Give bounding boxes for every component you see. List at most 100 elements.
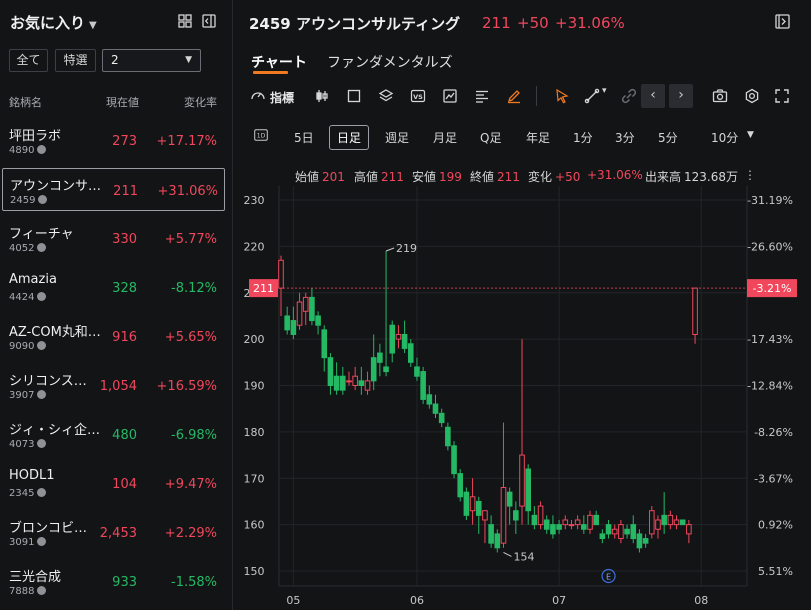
list-item[interactable]: 三光合成 7888 933 -1.58% (0, 559, 233, 608)
link-icon[interactable] (621, 88, 637, 104)
group-select[interactable]: 2 ▼ (102, 49, 201, 72)
candle-body (302, 296, 309, 312)
chevron-down-icon[interactable]: ▾ (602, 86, 607, 96)
period-1min[interactable]: 1分 (573, 129, 593, 146)
cursor-icon[interactable] (554, 88, 570, 104)
ohlc-open: 始値 201 (295, 168, 345, 185)
indicator-button[interactable]: 指標 (270, 89, 294, 106)
candlestick-type-icon[interactable] (314, 88, 330, 104)
trendline-icon[interactable] (584, 88, 600, 104)
grid-view-icon[interactable] (178, 14, 192, 28)
ohlc-change: 変化 +50 (528, 168, 580, 185)
filter-all-button[interactable]: 全て (9, 49, 48, 72)
list-item[interactable]: AZ-COM丸和… 9090 916 +5.65% (0, 314, 233, 363)
annotation-label: 154 (513, 550, 534, 563)
candle-body (500, 487, 507, 544)
stock-name: アウンコンサ… (10, 179, 102, 194)
collapse-panel-icon[interactable] (202, 14, 216, 28)
stock-price: 273 (112, 134, 137, 149)
candle-body (370, 357, 377, 382)
period-yearly[interactable]: 年足 (526, 129, 550, 146)
one-day-icon[interactable]: 1D (254, 128, 268, 142)
period-10min[interactable]: 10分 (711, 129, 738, 146)
watchlist-title[interactable]: お気に入り ▼ (10, 12, 97, 33)
ohlc-open-label: 始値 (295, 170, 320, 184)
candle-body (494, 533, 501, 549)
more-options-icon[interactable]: ⋮ (744, 168, 756, 182)
period-5min[interactable]: 5分 (658, 129, 678, 146)
list-item[interactable]: アウンコンサ… 2459 211 +31.06% (2, 168, 225, 211)
list-item[interactable]: フィーチャ 4052 330 +5.77% (0, 216, 233, 265)
candle-body (568, 524, 575, 527)
square-shape-icon[interactable] (346, 88, 362, 104)
candle-body (284, 315, 290, 331)
camera-icon[interactable] (712, 88, 728, 104)
chart-analysis-icon[interactable] (442, 88, 458, 104)
last-price-tag-label: 211 (253, 282, 274, 295)
period-daily[interactable]: 日足 (329, 125, 370, 150)
stock-code-text: 2345 (9, 488, 35, 499)
list-item[interactable]: Amazia 4424 328 -8.12% (0, 265, 233, 314)
period-3min[interactable]: 3分 (615, 129, 635, 146)
candle-body (364, 380, 371, 391)
column-header-change[interactable]: 変化率 (184, 94, 217, 110)
current-price: 211 (482, 14, 511, 32)
list-item[interactable]: ジィ・シィ企… 4073 480 -6.98% (0, 412, 233, 461)
candle-body (414, 366, 420, 377)
list-item[interactable]: ブロンコビ… 3091 2,453 +2.29% (0, 510, 233, 559)
candle-body (605, 524, 612, 535)
candle-body (636, 533, 643, 549)
export-icon[interactable] (775, 14, 790, 29)
svg-text:VS: VS (413, 93, 423, 101)
period-quarterly[interactable]: Q足 (480, 129, 501, 146)
candle-body (661, 514, 667, 526)
candle-body (611, 528, 618, 535)
scroll-right-button[interactable]: › (669, 84, 693, 108)
stock-change: -6.98% (171, 428, 217, 443)
filter-featured-button[interactable]: 特選 (55, 49, 96, 72)
stock-price: 933 (112, 575, 137, 590)
stock-change: -1.58% (171, 575, 217, 590)
ohlc-open-value: 201 (322, 170, 345, 184)
period-monthly[interactable]: 月足 (433, 129, 457, 146)
chevron-down-icon[interactable]: ▼ (747, 130, 754, 140)
candlestick-chart[interactable]: 150 5.51% 160 0.92% 170 -3.67% 180 -8.26% 190 -12… (233, 186, 811, 610)
stock-price: 328 (112, 281, 137, 296)
scroll-left-button[interactable]: ‹ (641, 84, 665, 108)
y-tick-label: 180 (244, 426, 265, 439)
fullscreen-icon[interactable] (774, 88, 790, 104)
ohlc-high: 高値 211 (354, 168, 404, 185)
column-header-price[interactable]: 現在値 (106, 94, 139, 110)
candle-body (618, 524, 624, 540)
pct-tick-label: -12.84% (747, 380, 793, 393)
stock-code: 2345 (9, 488, 47, 499)
gear-icon[interactable] (744, 88, 760, 104)
stock-change: +16.59% (156, 379, 217, 394)
compare-vs-icon[interactable]: VS (410, 88, 426, 104)
pen-draw-icon[interactable] (506, 88, 522, 104)
tab-chart[interactable]: チャート (251, 52, 307, 72)
chevron-right-icon: › (678, 87, 684, 103)
tab-fundamentals[interactable]: ファンダメンタルズ (327, 52, 453, 72)
y-tick-label: 170 (244, 472, 265, 485)
list-item[interactable]: シリコンス… 3907 1,054 +16.59% (0, 363, 233, 412)
column-header-name[interactable]: 銘柄名 (9, 94, 42, 110)
y-tick-label: 230 (244, 194, 265, 207)
list-item[interactable]: HODL1 2345 104 +9.47% (0, 461, 233, 510)
stock-code-text: 2459 (10, 195, 36, 206)
list-item[interactable]: 坪田ラボ 4890 273 +17.17% (0, 118, 233, 167)
stock-change: +5.65% (164, 330, 217, 345)
period-5d[interactable]: 5日 (294, 129, 314, 146)
chevron-down-icon[interactable]: ▼ (89, 20, 97, 31)
layers-icon[interactable] (378, 88, 394, 104)
indicator-gauge-icon[interactable] (250, 88, 266, 104)
text-align-icon[interactable] (474, 88, 490, 104)
pct-tick-label: -26.60% (747, 240, 793, 253)
period-weekly[interactable]: 週足 (385, 129, 409, 146)
stock-code-text: 4424 (9, 292, 35, 303)
stock-change: +17.17% (156, 134, 217, 149)
ohlc-change-value: +50 (555, 170, 581, 184)
ohlc-volume: 出来高 123.68万 (645, 168, 738, 185)
candle-body (333, 375, 340, 391)
stock-name: Amazia (9, 272, 57, 287)
